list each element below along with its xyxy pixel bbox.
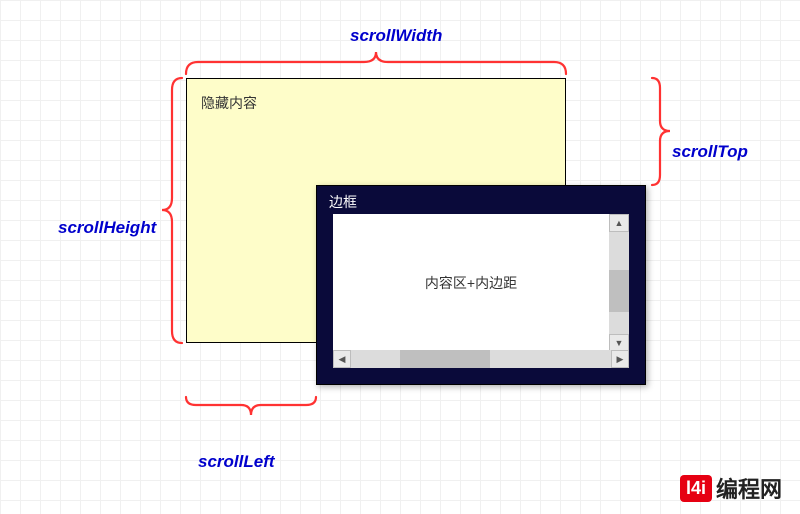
scrollleft-label: scrollLeft bbox=[198, 452, 275, 472]
scrollheight-label: scrollHeight bbox=[58, 218, 156, 238]
content-area: 内容区+内边距 bbox=[333, 214, 609, 352]
scrollwidth-bracket bbox=[186, 52, 566, 74]
scrollleft-bracket bbox=[186, 397, 316, 415]
hidden-content-label: 隐藏内容 bbox=[201, 93, 257, 113]
scrolltop-label: scrollTop bbox=[672, 142, 748, 162]
scroll-right-button[interactable]: ▶ bbox=[611, 350, 629, 368]
horizontal-scrollbar[interactable]: ◀ ▶ bbox=[333, 350, 629, 368]
scroll-left-button[interactable]: ◀ bbox=[333, 350, 351, 368]
site-logo: l4i 编程网 bbox=[680, 472, 782, 504]
logo-badge: l4i bbox=[680, 475, 712, 502]
scrolltop-bracket bbox=[652, 78, 670, 185]
scrollheight-bracket bbox=[162, 78, 182, 343]
vertical-scroll-thumb[interactable] bbox=[609, 270, 629, 312]
content-area-label: 内容区+内边距 bbox=[425, 273, 517, 293]
border-box: 边框 内容区+内边距 ▲ ▼ ◀ ▶ bbox=[316, 185, 646, 385]
border-box-label: 边框 bbox=[329, 192, 357, 212]
horizontal-scroll-thumb[interactable] bbox=[400, 350, 490, 368]
logo-text: 编程网 bbox=[716, 472, 782, 504]
vertical-scrollbar[interactable]: ▲ ▼ bbox=[609, 214, 629, 352]
scrollwidth-label: scrollWidth bbox=[350, 26, 442, 46]
scroll-up-button[interactable]: ▲ bbox=[609, 214, 629, 232]
